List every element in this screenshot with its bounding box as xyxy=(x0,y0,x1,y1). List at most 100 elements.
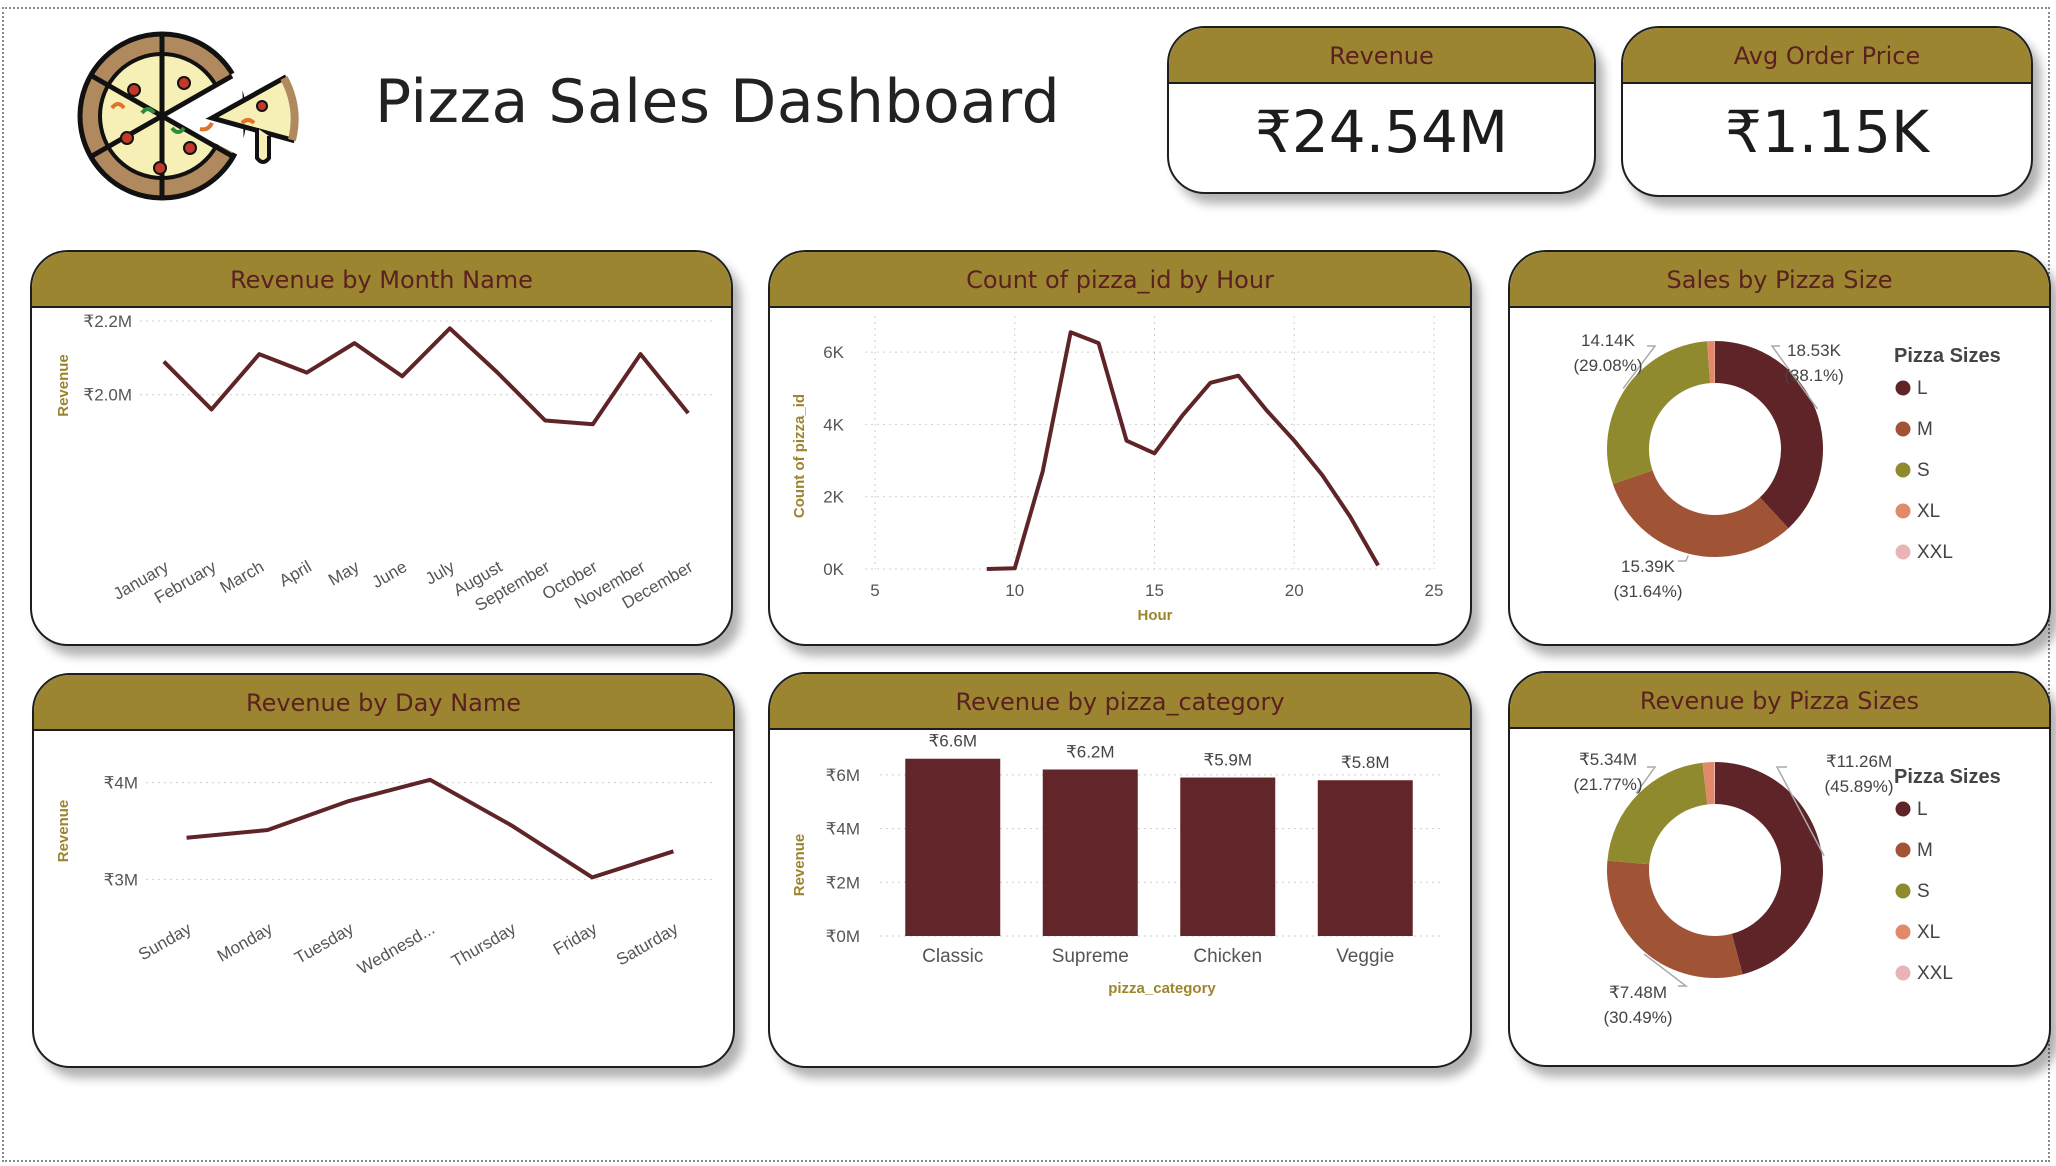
y-tick-label: ₹4M xyxy=(104,774,138,793)
x-tick-label: June xyxy=(369,557,410,592)
x-tick-label: Saturday xyxy=(613,919,682,970)
bar-data-label: ₹5.8M xyxy=(1341,753,1390,772)
revenue-kpi-label: Revenue xyxy=(1169,28,1594,84)
slice-percent-label: (31.64%) xyxy=(1614,582,1683,601)
x-tick-label: Thursday xyxy=(448,919,519,971)
legend-marker xyxy=(1895,544,1911,560)
y-tick-label: ₹3M xyxy=(104,870,138,889)
revenue-by-size-chart[interactable]: ₹11.26M (45.89%) ₹7.48M (30.49%) ₹5.34M (21.7… xyxy=(1510,727,2051,1067)
avg-order-kpi-value: ₹1.15K xyxy=(1724,98,1930,166)
sales-by-size-title: Sales by Pizza Size xyxy=(1510,252,2049,308)
revenue-by-day-chart[interactable]: ₹4M ₹3M Sunday Monday TuesdayWednesd... Thurs… xyxy=(34,729,735,1068)
line-series xyxy=(186,777,675,880)
revenue-by-month-chart[interactable]: ₹2.2M₹2.0MJanuaryFebruaryMarch April May Ju… xyxy=(32,306,733,646)
y-tick-label: ₹0M xyxy=(826,927,860,946)
revenue-by-month-title: Revenue by Month Name xyxy=(32,252,731,308)
line-series xyxy=(162,326,690,427)
legend-label: S xyxy=(1917,881,1930,902)
revenue-by-day-card[interactable]: Revenue by Day Name ₹4M ₹3M Sunday Monday Tu… xyxy=(32,673,735,1068)
slice-percent-label: (21.77%) xyxy=(1574,775,1643,794)
legend-title: Pizza Sizes xyxy=(1894,766,2001,788)
y-tick-label: 2K xyxy=(823,488,844,507)
legend-marker xyxy=(1895,503,1911,519)
bar-data-label: ₹6.2M xyxy=(1066,742,1115,761)
y-tick-label: ₹2M xyxy=(826,873,860,892)
sales-by-size-chart[interactable]: 18.53K (38.1%) 15.39K (31.64%) 14.14K (29.08%… xyxy=(1510,306,2051,646)
legend-label: M xyxy=(1917,419,1933,440)
legend-marker xyxy=(1895,965,1911,981)
x-tick-label: Wednesd... xyxy=(354,919,438,978)
revenue-kpi-card[interactable]: Revenue ₹24.54M xyxy=(1167,26,1596,194)
bar-data-label: ₹5.9M xyxy=(1203,751,1252,770)
legend-marker xyxy=(1895,924,1911,940)
legend-label: L xyxy=(1917,378,1928,399)
count-by-hour-title: Count of pizza_id by Hour xyxy=(770,252,1470,308)
legend-marker xyxy=(1895,380,1911,396)
revenue-by-size-title: Revenue by Pizza Sizes xyxy=(1510,673,2049,729)
x-tick-label: 10 xyxy=(1005,581,1024,600)
bar xyxy=(1317,780,1413,936)
y-axis-title: Revenue xyxy=(55,800,72,863)
slice-value-label: 18.53K xyxy=(1787,341,1842,360)
slice-percent-label: (45.89%) xyxy=(1825,777,1894,796)
legend-marker xyxy=(1895,421,1911,437)
slice-value-label: 15.39K xyxy=(1621,557,1676,576)
legend-marker xyxy=(1895,801,1911,817)
y-tick-label: 4K xyxy=(823,415,844,434)
count-by-hour-card[interactable]: Count of pizza_id by Hour 0K 2K 4K 6K 5 10 15 2… xyxy=(768,250,1472,646)
bar-data-label: ₹6.6M xyxy=(928,732,977,751)
revenue-by-size-card[interactable]: Revenue by Pizza Sizes ₹11.26M (45.89%) ₹7… xyxy=(1508,671,2051,1067)
y-tick-label: ₹2.0M xyxy=(83,386,132,405)
y-tick-label: ₹4M xyxy=(826,820,860,839)
slice-value-label: ₹5.34M xyxy=(1579,750,1637,769)
revenue-by-month-card[interactable]: Revenue by Month Name ₹2.2M ₹2.0M January F… xyxy=(30,250,733,646)
legend-label: M xyxy=(1917,840,1933,861)
slice-value-label: 14.14K xyxy=(1581,331,1636,350)
x-tick-label: 15 xyxy=(1145,581,1164,600)
revenue-by-category-card[interactable]: Revenue by pizza_category ₹0M ₹2M ₹4M ₹6M ₹6… xyxy=(768,672,1472,1068)
y-tick-label: 0K xyxy=(823,560,844,579)
y-tick-label: ₹6M xyxy=(826,766,860,785)
x-tick-label: Sunday xyxy=(135,919,195,965)
leader-line xyxy=(1678,555,1689,562)
legend-label: L xyxy=(1917,799,1928,820)
x-axis-title: pizza_category xyxy=(1108,980,1216,997)
page-title: Pizza Sales Dashboard xyxy=(375,67,1061,137)
pizza-icon xyxy=(77,31,299,201)
slice-percent-label: (30.49%) xyxy=(1604,1008,1673,1027)
revenue-kpi-value: ₹24.54M xyxy=(1255,98,1508,166)
sales-by-size-card[interactable]: Sales by Pizza Size 18.53K (38.1%) 15.39K (… xyxy=(1508,250,2051,646)
revenue-by-day-title: Revenue by Day Name xyxy=(34,675,733,731)
revenue-by-category-title: Revenue by pizza_category xyxy=(770,674,1470,730)
legend-marker xyxy=(1895,842,1911,858)
legend-label: XL xyxy=(1917,922,1940,943)
donut-slice-m xyxy=(1607,860,1743,978)
y-axis-title: Revenue xyxy=(791,834,808,897)
revenue-by-category-chart[interactable]: ₹0M ₹2M ₹4M ₹6M ₹6.6M Classic ₹6.2M Supreme ₹5.9… xyxy=(770,728,1472,1068)
x-tick-label: Veggie xyxy=(1336,946,1394,967)
avg-order-kpi-card[interactable]: Avg Order Price ₹1.15K xyxy=(1621,26,2033,197)
slice-percent-label: (38.1%) xyxy=(1784,366,1844,385)
legend-label: XL xyxy=(1917,501,1940,522)
x-tick-label: Tuesday xyxy=(291,919,357,968)
y-tick-label: 6K xyxy=(823,343,844,362)
avg-order-kpi-label: Avg Order Price xyxy=(1623,28,2031,84)
x-tick-label: Monday xyxy=(214,919,276,966)
x-tick-label: April xyxy=(276,557,315,590)
count-by-hour-chart[interactable]: 0K 2K 4K 6K 5 10 15 20 25 Hour Count of pizza_id xyxy=(770,306,1472,646)
x-tick-label: Supreme xyxy=(1052,946,1129,967)
legend-title: Pizza Sizes xyxy=(1894,345,2001,367)
x-tick-label: 5 xyxy=(870,581,879,600)
x-tick-label: March xyxy=(217,557,267,597)
donut-slice-m xyxy=(1612,470,1789,557)
x-tick-label: May xyxy=(325,557,363,590)
x-tick-label: Classic xyxy=(922,946,983,967)
bar xyxy=(1042,769,1138,936)
legend-label: S xyxy=(1917,460,1930,481)
slice-value-label: ₹11.26M xyxy=(1826,752,1892,771)
bar xyxy=(905,758,1001,936)
x-tick-label: 20 xyxy=(1285,581,1304,600)
x-tick-label: Chicken xyxy=(1193,946,1262,967)
bar xyxy=(1180,777,1276,936)
y-axis-title: Count of pizza_id xyxy=(791,394,808,518)
